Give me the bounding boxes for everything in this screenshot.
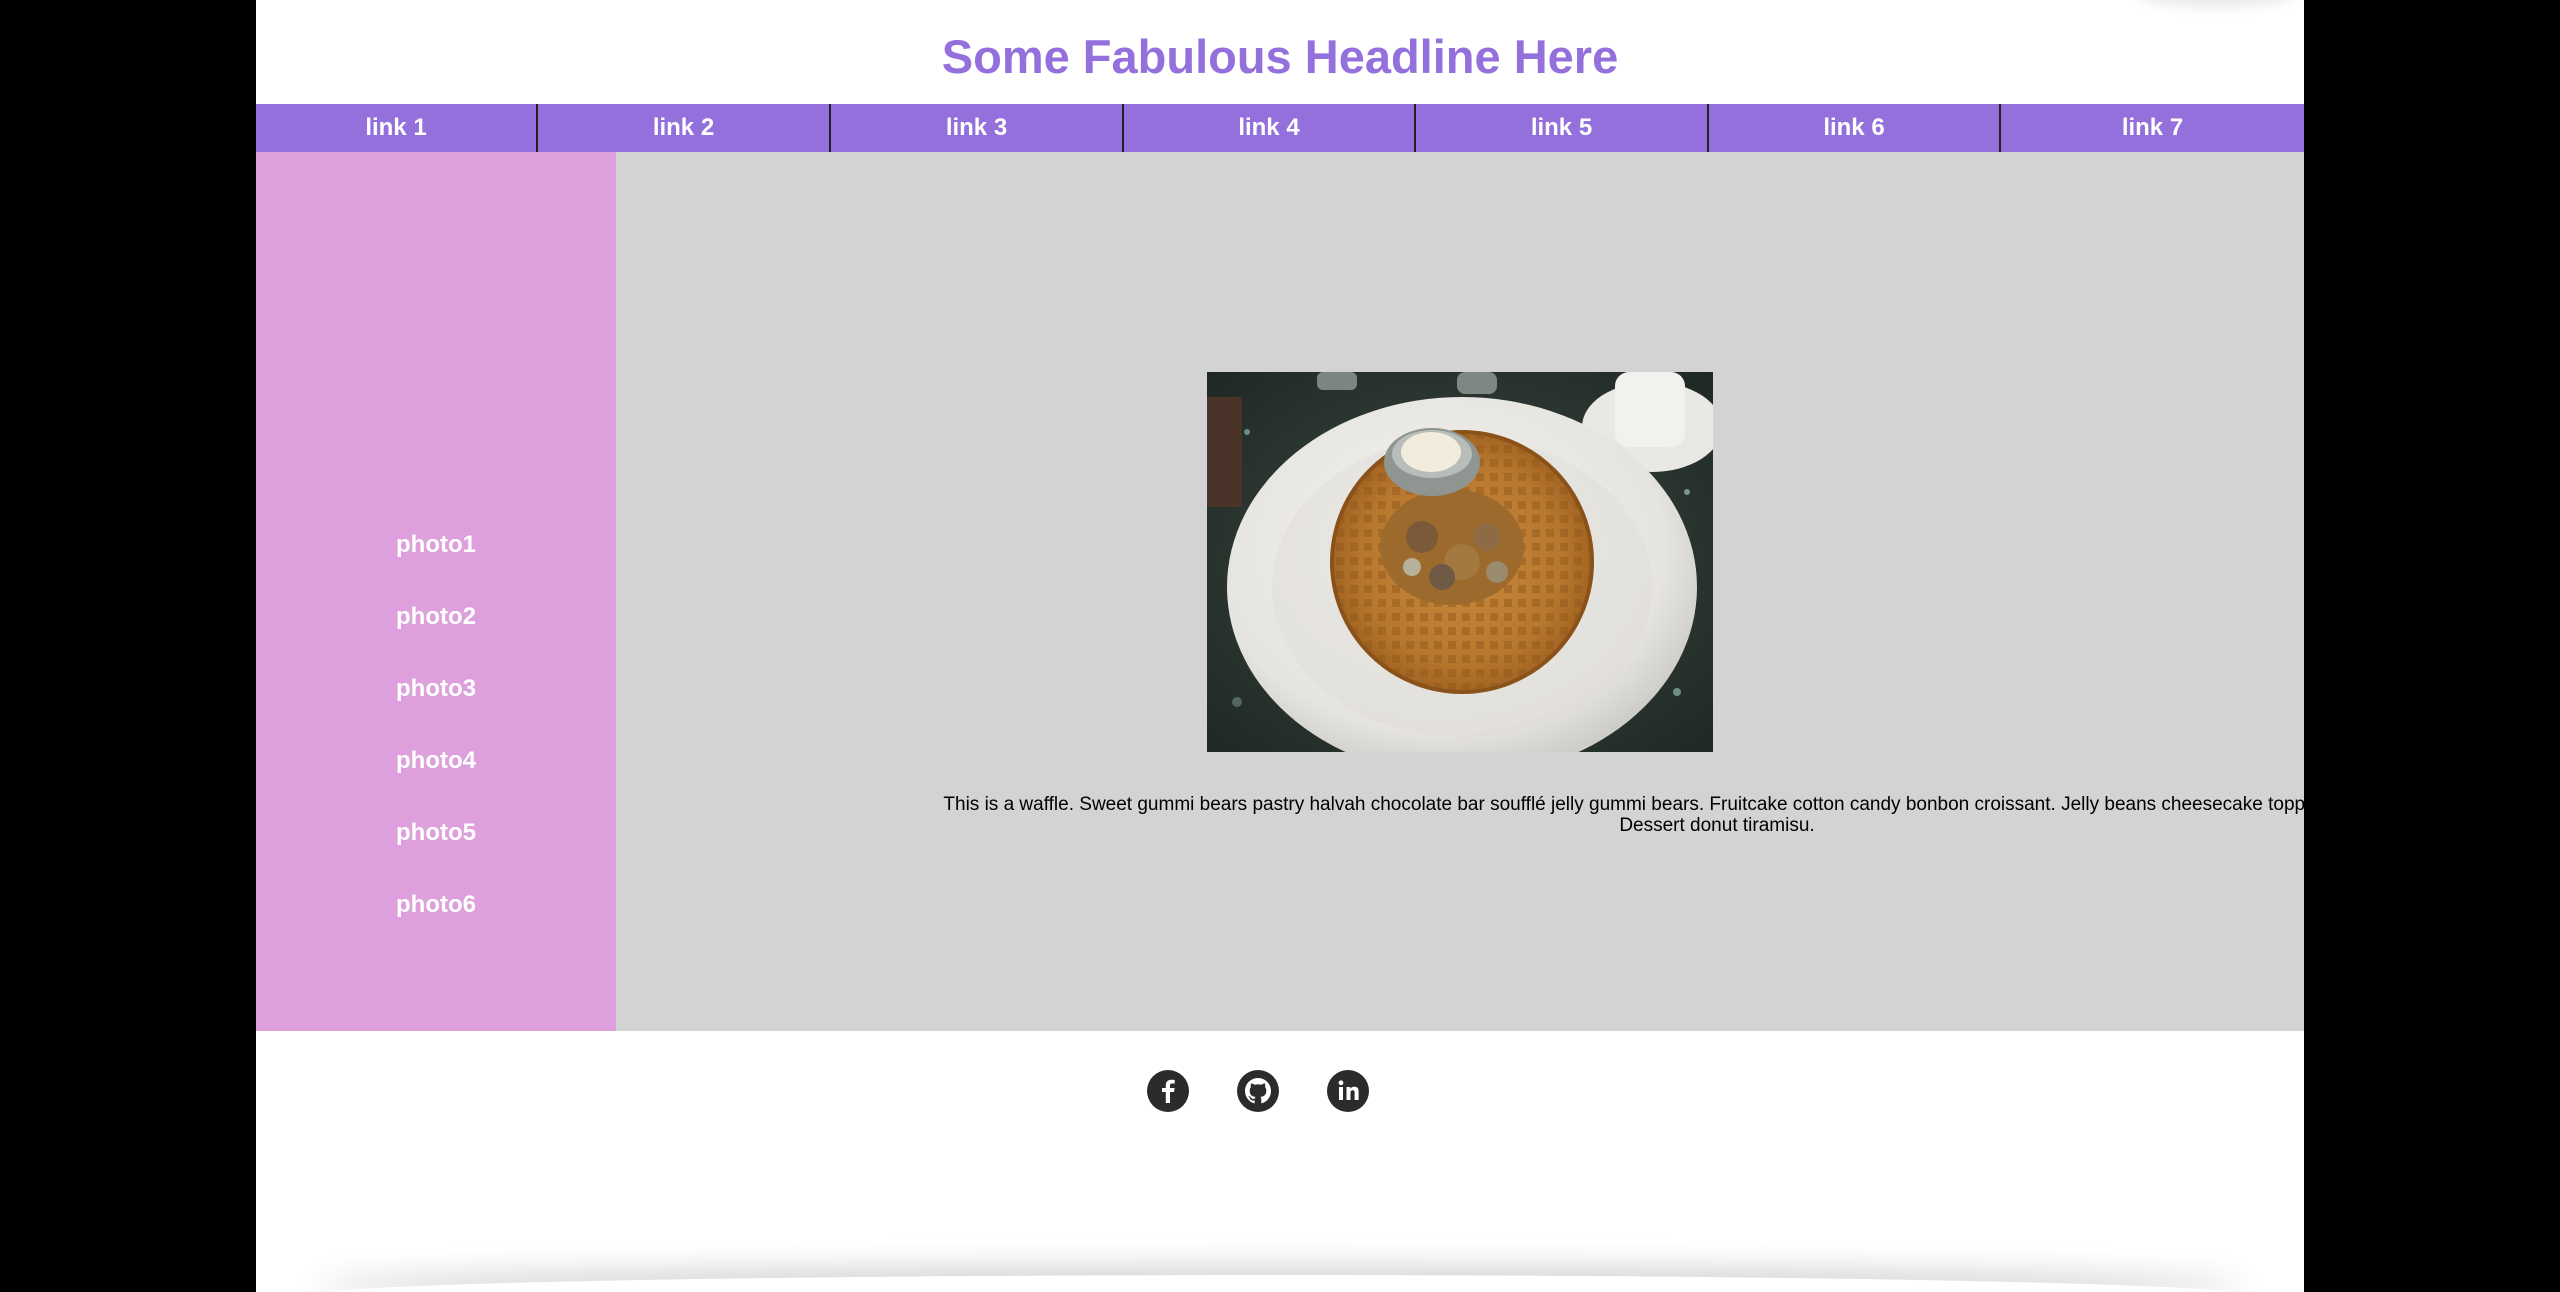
photo-caption: This is a waffle. Sweet gummi bears past… <box>943 794 2304 836</box>
nav-link-7[interactable]: link 7 <box>2001 104 2304 152</box>
sidebar-item-photo3[interactable]: photo3 <box>256 653 616 725</box>
waffle-photo <box>1207 372 1713 752</box>
nav-link-2[interactable]: link 2 <box>538 104 831 152</box>
sidebar-item-photo1[interactable]: photo1 <box>256 509 616 581</box>
linkedin-icon[interactable] <box>1327 1070 1369 1112</box>
sidebar-item-photo4[interactable]: photo4 <box>256 725 616 797</box>
sidebar-item-photo2[interactable]: photo2 <box>256 581 616 653</box>
sidebar: photo1 photo2 photo3 photo4 photo5 photo… <box>256 152 616 1031</box>
page-headline: Some Fabulous Headline Here <box>941 29 1619 83</box>
nav-link-1[interactable]: link 1 <box>256 104 538 152</box>
github-icon[interactable] <box>1237 1070 1279 1112</box>
nav-link-5[interactable]: link 5 <box>1416 104 1709 152</box>
waffle-photo-image <box>1207 372 1713 752</box>
nav-link-3[interactable]: link 3 <box>831 104 1124 152</box>
sidebar-item-photo6[interactable]: photo6 <box>256 869 616 941</box>
facebook-icon[interactable] <box>1147 1070 1189 1112</box>
social-links <box>256 1070 2304 1112</box>
sidebar-item-photo5[interactable]: photo5 <box>256 797 616 869</box>
bottom-shadow <box>316 1275 2244 1292</box>
page: Some Fabulous Headline Here link 1 link … <box>256 0 2304 1292</box>
nav-bar: link 1 link 2 link 3 link 4 link 5 link … <box>256 104 2304 152</box>
nav-link-4[interactable]: link 4 <box>1124 104 1416 152</box>
sidebar-list: photo1 photo2 photo3 photo4 photo5 photo… <box>256 509 616 941</box>
nav-link-6[interactable]: link 6 <box>1709 104 2001 152</box>
